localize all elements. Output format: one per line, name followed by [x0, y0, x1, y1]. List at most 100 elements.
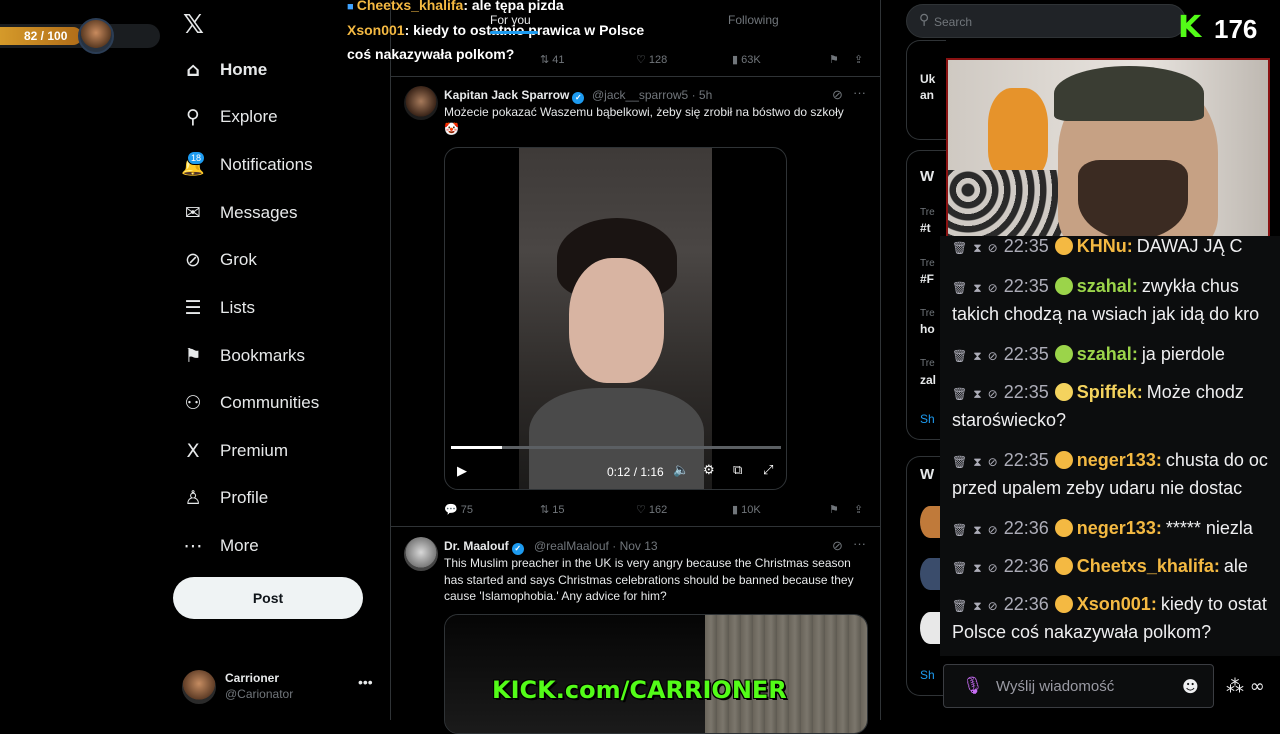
- sidebar-item-more[interactable]: ⋯ More: [182, 528, 259, 564]
- chat-message: 🗑 ⧗ ⊘ 22:35 szahal: zwykła chus: [952, 272, 1239, 302]
- trend-item[interactable]: zal: [920, 373, 936, 387]
- views-count[interactable]: ▮ 63K: [732, 53, 761, 66]
- chat-username[interactable]: Spiffek:: [1077, 382, 1143, 402]
- grok-icon[interactable]: ⊘: [832, 538, 843, 554]
- ban-icon[interactable]: ⊘: [988, 387, 998, 401]
- ban-icon[interactable]: ⊘: [988, 455, 998, 469]
- stream-chat[interactable]: 🗑 ⧗ ⊘ 22:35 KHNu: DAWAJ JĄ C 🗑 ⧗ ⊘ 22:35 szahal: zw…: [940, 236, 1280, 656]
- retweet-button[interactable]: ⇅ 15: [540, 503, 565, 516]
- timeout-icon[interactable]: ⧗: [973, 455, 981, 469]
- settings-icon[interactable]: ⚙: [703, 462, 715, 478]
- tab-active-indicator: [490, 31, 538, 34]
- streamer-cap: [1054, 66, 1204, 121]
- video-player[interactable]: ▶ 0:12 / 1:16 🔈 ⚙ ⧉ ⤢: [444, 147, 787, 490]
- avatar[interactable]: [920, 558, 940, 590]
- sidebar-item-explore[interactable]: ⚲ Explore: [182, 99, 278, 135]
- ban-icon[interactable]: ⊘: [988, 349, 998, 363]
- trend-item[interactable]: #t: [920, 221, 931, 235]
- account-switcher[interactable]: Carrioner @Carionator •••: [182, 668, 382, 708]
- bookmark-icon[interactable]: ⚑: [829, 503, 839, 516]
- reply-button[interactable]: 💬 75: [444, 503, 473, 516]
- chat-username[interactable]: szahal:: [1077, 276, 1138, 296]
- timeout-icon[interactable]: ⧗: [973, 281, 981, 295]
- sidebar-item-grok[interactable]: ⊘ Grok: [182, 242, 257, 278]
- ban-icon[interactable]: ⊘: [988, 561, 998, 575]
- retweet-button[interactable]: ⇅ 41: [540, 53, 565, 66]
- tweet-author-handle[interactable]: @jack__sparrow5 · 5h: [592, 88, 712, 102]
- delete-icon[interactable]: 🗑: [952, 281, 967, 295]
- post-button[interactable]: Post: [173, 577, 363, 619]
- chat-username[interactable]: neger133:: [1077, 450, 1162, 470]
- tweet-media[interactable]: [444, 614, 868, 734]
- avatar[interactable]: [404, 86, 438, 120]
- chat-extras-icon[interactable]: ⁂ ∞: [1226, 676, 1265, 697]
- search-icon: ⚲: [186, 106, 200, 128]
- sidebar-item-home[interactable]: ⌂ Home: [182, 52, 267, 88]
- delete-icon[interactable]: 🗑: [952, 349, 967, 363]
- timeout-icon[interactable]: ⧗: [973, 523, 981, 537]
- sidebar-item-lists[interactable]: ☰ Lists: [182, 290, 255, 326]
- bookmark-icon[interactable]: ⚑: [829, 53, 839, 66]
- ban-icon[interactable]: ⊘: [988, 599, 998, 613]
- delete-icon[interactable]: 🗑: [952, 523, 967, 537]
- pip-icon[interactable]: ⧉: [733, 462, 742, 478]
- views-count[interactable]: ▮ 10K: [732, 503, 761, 516]
- ban-icon[interactable]: ⊘: [988, 523, 998, 537]
- sidebar-item-messages[interactable]: ✉ Messages: [182, 195, 297, 231]
- delete-icon[interactable]: 🗑: [952, 561, 967, 575]
- delete-icon[interactable]: 🗑: [952, 455, 967, 469]
- like-button[interactable]: ♡ 162: [636, 503, 667, 516]
- more-dots-icon[interactable]: ···: [853, 85, 866, 100]
- chat-username[interactable]: szahal:: [1077, 344, 1138, 364]
- emoji-icon[interactable]: ☻: [1182, 677, 1199, 696]
- sidebar-item-label: Communities: [220, 393, 320, 412]
- chat-username[interactable]: Cheetxs_khalifa:: [1077, 556, 1220, 576]
- more-dots-icon[interactable]: ···: [853, 536, 866, 551]
- x-logo-icon[interactable]: 𝕏: [183, 10, 204, 40]
- video-progress-bar[interactable]: [451, 446, 781, 449]
- ban-icon[interactable]: ⊘: [988, 241, 998, 255]
- like-button[interactable]: ♡ 128: [636, 53, 667, 66]
- chat-username[interactable]: Xson001:: [1077, 594, 1157, 614]
- timeout-icon[interactable]: ⧗: [973, 241, 981, 255]
- microphone-icon[interactable]: 🎙: [962, 676, 984, 696]
- delete-icon[interactable]: 🗑: [952, 241, 967, 255]
- sidebar-item-bookmarks[interactable]: ⚑ Bookmarks: [182, 338, 305, 374]
- volume-icon[interactable]: 🔈: [673, 462, 689, 478]
- chat-text: ***** niezla: [1165, 518, 1253, 538]
- avatar[interactable]: [920, 506, 940, 538]
- timeout-icon[interactable]: ⧗: [973, 599, 981, 613]
- show-more-link[interactable]: Sh: [920, 412, 935, 426]
- chat-username[interactable]: neger133:: [1077, 518, 1162, 538]
- trend-item[interactable]: ho: [920, 322, 935, 336]
- sidebar-item-premium[interactable]: X Premium: [182, 433, 288, 469]
- chat-input[interactable]: 🎙 Wyślij wiadomość ☻: [943, 664, 1214, 708]
- avatar[interactable]: [920, 612, 940, 644]
- video-time: 0:12 / 1:16: [607, 465, 664, 479]
- more-dots-icon[interactable]: •••: [358, 674, 373, 690]
- share-icon[interactable]: ⇪: [854, 503, 863, 516]
- timeout-icon[interactable]: ⧗: [973, 387, 981, 401]
- chat-username[interactable]: KHNu:: [1077, 236, 1133, 256]
- timeout-icon[interactable]: ⧗: [973, 349, 981, 363]
- search-input[interactable]: ⚲ Search: [906, 4, 1186, 38]
- tab-following[interactable]: Following: [728, 13, 779, 27]
- tweet-author-handle[interactable]: @realMaalouf · Nov 13: [534, 539, 658, 553]
- avatar[interactable]: [404, 537, 438, 571]
- tweet-author-name[interactable]: Kapitan Jack Sparrow ✓: [444, 88, 585, 104]
- tweet-author-name[interactable]: Dr. Maalouf ✓: [444, 539, 524, 555]
- share-icon[interactable]: ⇪: [854, 53, 863, 66]
- delete-icon[interactable]: 🗑: [952, 599, 967, 613]
- sidebar-item-profile[interactable]: ♙ Profile: [182, 480, 268, 516]
- show-more-link[interactable]: Sh: [920, 668, 935, 682]
- timeout-icon[interactable]: ⧗: [973, 561, 981, 575]
- fullscreen-icon[interactable]: ⤢: [763, 462, 773, 478]
- ban-icon[interactable]: ⊘: [988, 281, 998, 295]
- play-icon[interactable]: ▶: [457, 463, 467, 479]
- divider: [391, 526, 880, 527]
- delete-icon[interactable]: 🗑: [952, 387, 967, 401]
- trend-item[interactable]: #F: [920, 272, 934, 286]
- sidebar-item-communities[interactable]: ⚇ Communities: [182, 385, 319, 421]
- webcam-overlay: [946, 58, 1270, 244]
- grok-icon[interactable]: ⊘: [832, 87, 843, 103]
